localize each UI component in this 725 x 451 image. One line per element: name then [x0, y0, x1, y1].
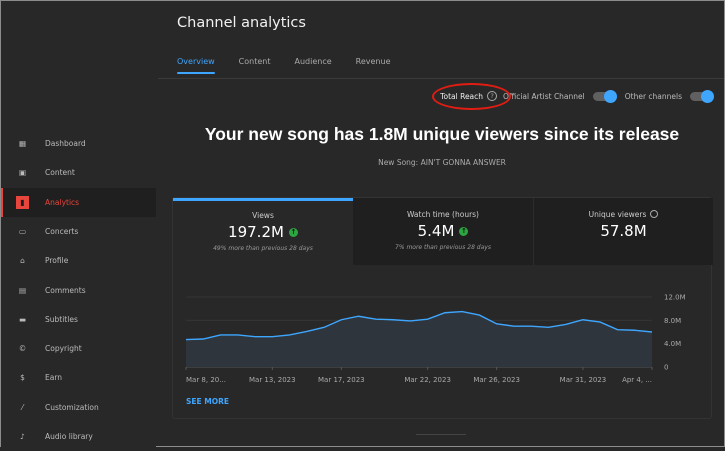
annotation-circle: [432, 83, 512, 110]
sidebar-item-content[interactable]: ▣ Content: [1, 158, 156, 187]
x-tick-label: Mar 13, 2023: [249, 376, 296, 384]
filter-bar: Total Reach ? Official Artist Channel Ot…: [432, 83, 714, 110]
sidebar-item-label: Content: [45, 168, 75, 178]
divider: [158, 78, 724, 79]
sidebar-item-label: Customization: [45, 402, 99, 412]
other-channels-label: Other channels: [624, 91, 682, 101]
metric-label: Views: [252, 211, 274, 220]
sidebar-item-dashboard[interactable]: ▦ Dashboard: [1, 129, 156, 158]
metric-label: Unique viewers: [588, 210, 647, 219]
metric-note: 49% more than previous 28 days: [213, 245, 313, 252]
x-tick-label: Mar 8, 20...: [186, 376, 226, 384]
sidebar-item-comments[interactable]: ▤ Comments: [1, 276, 156, 305]
arrow-up-icon: ↑: [459, 226, 469, 236]
person-icon: ⌂: [20, 256, 25, 266]
sidebar-item-concerts[interactable]: ▭ Concerts: [1, 217, 156, 246]
magic-wand-icon: ⁄: [21, 402, 24, 412]
sidebar-item-copyright[interactable]: © Copyright: [1, 334, 156, 363]
metric-tab-watch-time[interactable]: Watch time (hours) 5.4M ↑ 7% more than pr…: [353, 198, 533, 265]
sidebar-item-earn[interactable]: $ Earn: [1, 363, 156, 392]
dashboard-icon: ▦: [18, 139, 27, 148]
song-subtitle: New Song: AIN'T GONNA ANSWER: [378, 158, 506, 167]
sidebar-item-subtitles[interactable]: ▬ Subtitles: [1, 305, 156, 334]
sidebar-item-label: Comments: [45, 285, 86, 295]
x-tick-label: Mar 17, 2023: [318, 376, 365, 384]
y-tick-label: 8.0M: [664, 317, 681, 325]
tabs: Overview Content Audience Revenue: [177, 57, 415, 74]
tab-overview[interactable]: Overview: [177, 57, 215, 74]
sidebar-item-label: Profile: [45, 256, 69, 266]
dollar-icon: $: [20, 373, 25, 383]
audio-library-icon: ♪: [20, 432, 25, 441]
x-tick-label: Mar 31, 2023: [560, 376, 607, 384]
metric-tab-views[interactable]: Views 197.2M ↑ 49% more than previous 28 …: [173, 198, 353, 265]
sidebar-item-profile[interactable]: ⌂ Profile: [1, 246, 156, 275]
tab-audience[interactable]: Audience: [295, 57, 332, 74]
clock-icon: [650, 210, 659, 218]
tab-revenue[interactable]: Revenue: [356, 57, 391, 74]
total-reach: Total Reach ?: [432, 83, 512, 110]
metric-note: 7% more than previous 28 days: [395, 244, 491, 251]
headline: Your new song has 1.8M unique viewers si…: [204, 124, 680, 144]
other-channels-toggle[interactable]: [690, 89, 714, 103]
metric-value: 5.4M: [417, 222, 455, 240]
y-tick-label: 4.0M: [664, 340, 681, 348]
sidebar-item-analytics[interactable]: ▮ Analytics: [1, 187, 156, 217]
sidebar-item-label: Copyright: [45, 344, 82, 354]
views-chart: 0 4.0M 8.0M 12.0M Mar 8, 20... Mar 13, 2023 Ma…: [185, 294, 686, 384]
ticket-icon: ▭: [18, 226, 27, 236]
sidebar-item-customization[interactable]: ⁄ Customization: [1, 393, 156, 422]
analytics-icon: ▮: [16, 195, 29, 209]
see-more-link[interactable]: SEE MORE: [186, 397, 229, 406]
scroll-handle: [416, 434, 466, 435]
x-tick-label: Mar 26, 2023: [473, 376, 520, 384]
sidebar-item-label: Dashboard: [45, 139, 86, 148]
sidebar-item-label: Audio library: [45, 432, 93, 441]
content-icon: ▣: [18, 168, 27, 178]
sidebar-item-label: Analytics: [45, 197, 80, 207]
sidebar-item-label: Subtitles: [45, 314, 78, 324]
metric-value: 197.2M: [228, 223, 284, 241]
metric-label: Watch time (hours): [406, 210, 479, 219]
arrow-up-icon: ↑: [288, 227, 298, 237]
y-tick-label: 12.0M: [664, 294, 686, 302]
y-tick-label: 0: [664, 364, 668, 372]
tab-content[interactable]: Content: [239, 57, 271, 74]
official-artist-channel-label: Official Artist Channel: [503, 91, 585, 101]
sidebar: ▦ Dashboard ▣ Content ▮ Analytics ▭ Concerts ⌂ Pr…: [1, 1, 156, 448]
sidebar-item-label: Concerts: [45, 226, 79, 236]
x-tick-label: Apr 4, ...: [622, 376, 652, 384]
page-title: Channel analytics: [177, 15, 306, 31]
metric-tab-unique-viewers[interactable]: Unique viewers 57.8M: [533, 198, 713, 265]
x-tick-label: Mar 22, 2023: [404, 376, 451, 384]
sidebar-item-label: Earn: [45, 373, 63, 383]
metric-value: 57.8M: [600, 222, 647, 240]
comment-icon: ▤: [18, 285, 27, 295]
official-artist-channel-toggle[interactable]: [592, 89, 617, 103]
copyright-icon: ©: [18, 344, 27, 354]
subtitles-icon: ▬: [18, 314, 27, 324]
